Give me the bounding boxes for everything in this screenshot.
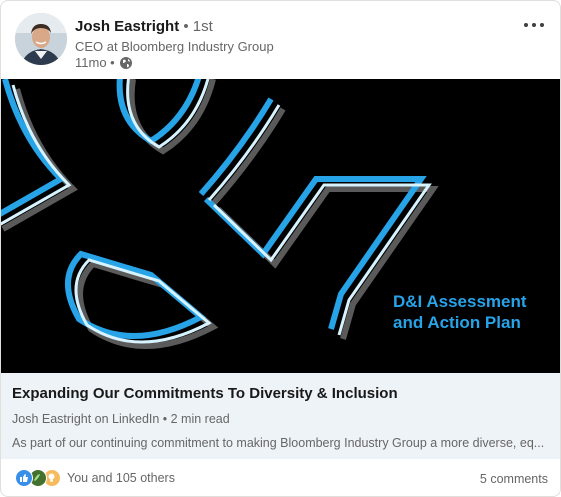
- reactions-count[interactable]: You and 105 others: [67, 469, 175, 487]
- more-dot: [540, 23, 544, 27]
- post-header: Josh Eastright • 1st CEO at Bloomberg In…: [1, 1, 560, 79]
- more-dot: [524, 23, 528, 27]
- post-card: Josh Eastright • 1st CEO at Bloomberg In…: [0, 0, 561, 497]
- social-counts-bar: You and 105 others 5 comments: [1, 459, 560, 496]
- reaction-icons: [15, 469, 61, 487]
- post-meta: 11mo •: [75, 55, 133, 71]
- banner-title-line-2: and Action Plan: [393, 313, 521, 332]
- connection-degree: • 1st: [183, 18, 213, 35]
- banner-title-line-1: D&I Assessment: [393, 292, 527, 311]
- author-name[interactable]: Josh Eastright: [75, 18, 179, 35]
- avatar-image: [15, 13, 67, 65]
- post-time: 11mo •: [75, 55, 115, 70]
- author-avatar[interactable]: [15, 13, 67, 65]
- article-banner-image[interactable]: D&I Assessment and Action Plan: [1, 79, 560, 373]
- article-source: Josh Eastright on LinkedIn • 2 min read: [12, 412, 230, 426]
- article-description: As part of our continuing commitment to …: [12, 436, 545, 450]
- globe-icon: [119, 56, 133, 70]
- author-line: Josh Eastright • 1st: [75, 17, 213, 37]
- like-icon: [15, 469, 33, 487]
- article-preview[interactable]: Expanding Our Commitments To Diversity &…: [1, 373, 560, 459]
- banner-title: D&I Assessment and Action Plan: [393, 291, 527, 333]
- comments-count-link[interactable]: 5 comments: [480, 470, 548, 488]
- reactions-summary[interactable]: You and 105 others: [15, 469, 175, 487]
- article-title[interactable]: Expanding Our Commitments To Diversity &…: [12, 384, 398, 404]
- author-headline: CEO at Bloomberg Industry Group: [75, 39, 274, 54]
- more-options-icon[interactable]: [518, 13, 550, 37]
- more-dot: [532, 23, 536, 27]
